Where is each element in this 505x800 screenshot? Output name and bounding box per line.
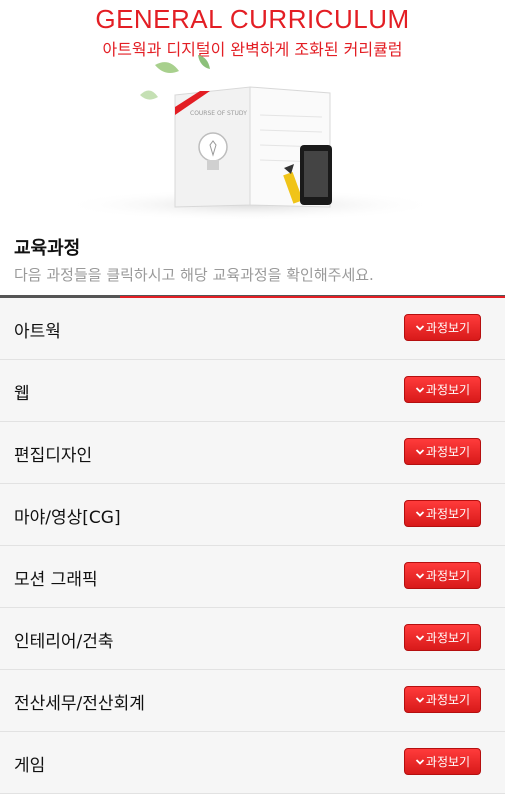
view-course-label: 과정보기 [425,569,471,583]
course-label: 아트웍 [14,322,61,342]
view-course-label: 과정보기 [425,755,471,769]
view-course-label: 과정보기 [425,507,471,521]
course-row-tax-accounting[interactable]: 전산세무/전산회계 과정보기 [0,670,505,732]
course-label: 웹 [14,384,30,404]
course-row-editorial-design[interactable]: 편집디자인 과정보기 [0,422,505,484]
view-course-button[interactable]: 과정보기 [404,748,481,775]
hero-illustration: COURSE OF STUDY [60,55,440,220]
view-course-label: 과정보기 [425,693,471,707]
course-label: 마야/영상[CG] [14,508,121,528]
view-course-button[interactable]: 과정보기 [404,500,481,527]
section-description: 다음 과정들을 클릭하시고 해당 교육과정을 확인해주세요. [14,266,374,284]
hero-title: GENERAL CURRICULUM [95,4,410,34]
view-course-button[interactable]: 과정보기 [404,438,481,465]
course-label: 전산세무/전산회계 [14,694,145,714]
view-course-button[interactable]: 과정보기 [404,686,481,713]
course-row-interior-architecture[interactable]: 인테리어/건축 과정보기 [0,608,505,670]
course-list: 아트웍 과정보기 웹 과정보기 편집디자인 과정보기 마야/영상[CG] 과정보… [0,298,505,794]
chevron-down-icon [415,572,425,579]
view-course-label: 과정보기 [425,631,471,645]
view-course-label: 과정보기 [425,383,471,397]
course-row-motion-graphics[interactable]: 모션 그래픽 과정보기 [0,546,505,608]
course-label: 편집디자인 [14,446,93,466]
section-header: 교육과정 다음 과정들을 클릭하시고 해당 교육과정을 확인해주세요. [0,222,505,298]
chevron-down-icon [415,696,425,703]
chevron-down-icon [415,634,425,641]
course-label: 게임 [14,756,46,776]
course-row-maya-video[interactable]: 마야/영상[CG] 과정보기 [0,484,505,546]
chevron-down-icon [415,448,425,455]
view-course-button[interactable]: 과정보기 [404,314,481,341]
course-label: 모션 그래픽 [14,570,98,590]
book-label: COURSE OF STUDY [190,110,247,117]
hero-banner: GENERAL CURRICULUM 아트웍과 디지털이 완벽하게 조화된 커리… [0,0,505,222]
view-course-button[interactable]: 과정보기 [404,562,481,589]
course-row-game[interactable]: 게임 과정보기 [0,732,505,794]
course-row-artwork[interactable]: 아트웍 과정보기 [0,298,505,360]
chevron-down-icon [415,324,425,331]
view-course-button[interactable]: 과정보기 [404,624,481,651]
course-label: 인테리어/건축 [14,632,114,652]
course-row-web[interactable]: 웹 과정보기 [0,360,505,422]
view-course-button[interactable]: 과정보기 [404,376,481,403]
section-title: 교육과정 [14,238,81,259]
chevron-down-icon [415,758,425,765]
view-course-label: 과정보기 [425,445,471,459]
chevron-down-icon [415,510,425,517]
chevron-down-icon [415,386,425,393]
view-course-label: 과정보기 [425,321,471,335]
